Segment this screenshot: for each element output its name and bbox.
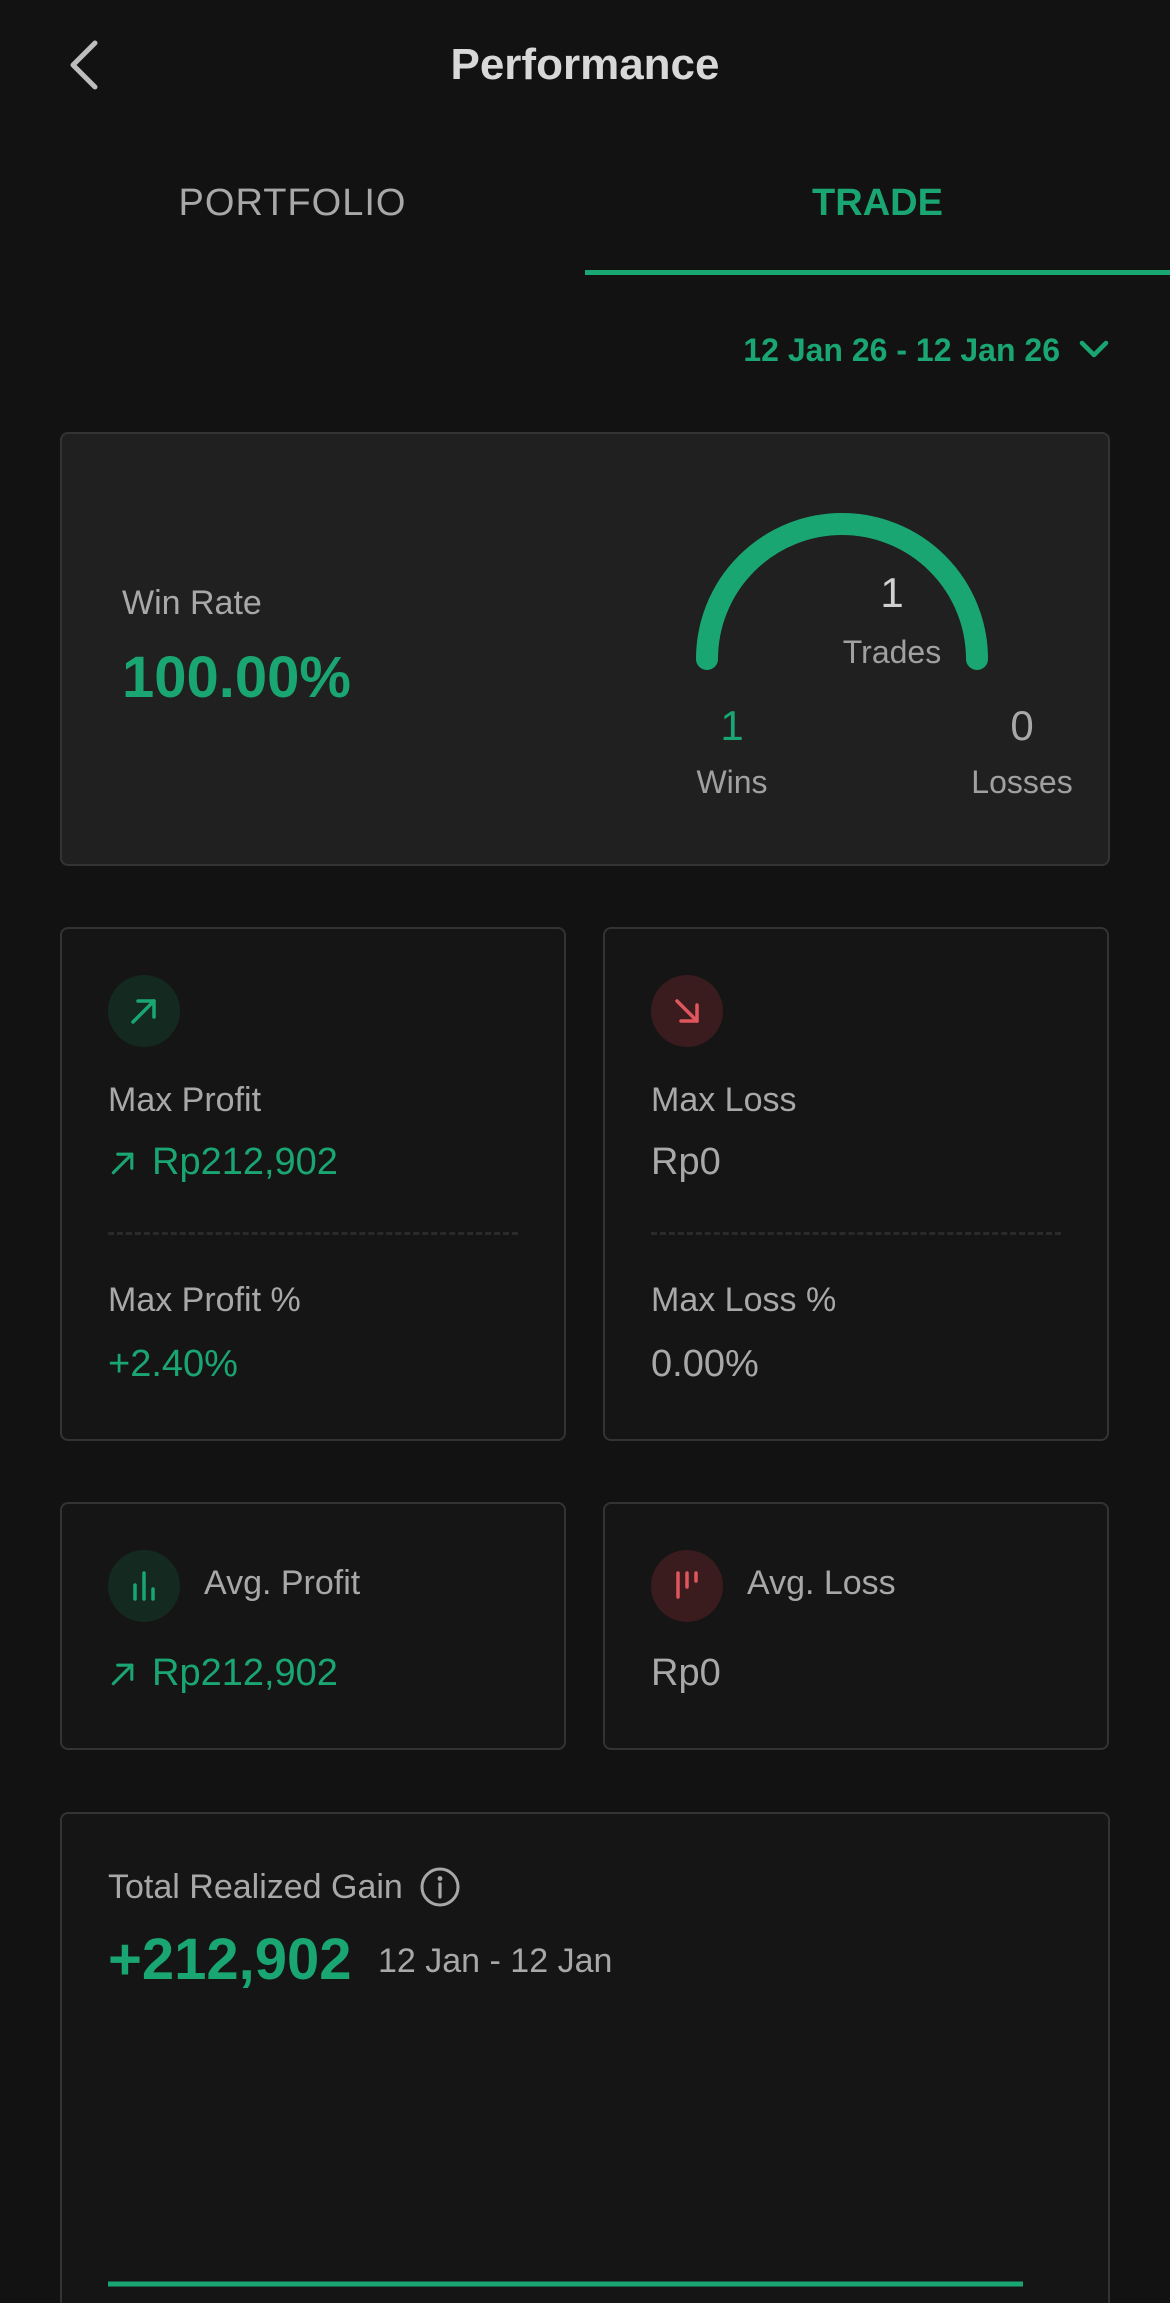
date-range-label: 12 Jan 26 - 12 Jan 26 (743, 331, 1060, 368)
win-rate-card: Win Rate 100.00% 1 Trades 1 Wins 0 Losse… (60, 432, 1110, 866)
max-loss-label: Max Loss (651, 1081, 797, 1119)
win-rate-value: 100.00% (122, 645, 351, 710)
total-gain-value: +212,902 (108, 1927, 352, 1992)
trades-count: 1 (880, 569, 904, 616)
page-title: Performance (450, 40, 720, 89)
total-gain-label: Total Realized Gain (108, 1867, 403, 1906)
max-profit-label: Max Profit (108, 1081, 262, 1119)
max-loss-card: Max Loss Rp0 Max Loss % 0.00% (603, 927, 1109, 1441)
chevron-down-icon (1079, 340, 1109, 358)
avg-loss-value-row: Rp0 (651, 1652, 721, 1695)
avg-profit-card: Avg. Profit Rp212,902 (60, 1502, 566, 1750)
total-gain-header: Total Realized Gain (108, 1866, 461, 1908)
date-range-selector[interactable]: 12 Jan 26 - 12 Jan 26 (743, 320, 1110, 380)
avg-loss-card: Avg. Loss Rp0 (603, 1502, 1109, 1750)
total-realized-gain-card: Total Realized Gain +212,902 12 Jan - 12… (60, 1812, 1110, 2303)
avg-loss-label: Avg. Loss (747, 1564, 896, 1602)
max-loss-value: Rp0 (651, 1141, 721, 1184)
arrow-down-right-icon (651, 975, 723, 1047)
max-loss-pct-value: 0.00% (651, 1343, 759, 1386)
tab-portfolio[interactable]: PORTFOLIO (0, 170, 585, 275)
max-profit-pct-text: +2.40% (108, 1343, 238, 1385)
max-loss-pct-text: 0.00% (651, 1343, 759, 1385)
info-icon[interactable] (419, 1866, 461, 1908)
divider (108, 1232, 518, 1235)
max-profit-value-row: Rp212,902 (108, 1141, 338, 1184)
total-gain-period: 12 Jan - 12 Jan (378, 1942, 613, 1980)
realized-gain-chart (108, 2281, 1023, 2287)
max-profit-pct-value: +2.40% (108, 1343, 238, 1386)
arrow-up-right-icon (111, 1152, 134, 1174)
avg-profit-label: Avg. Profit (204, 1564, 361, 1602)
avg-profit-value: Rp212,902 (152, 1652, 338, 1694)
max-loss-value-text: Rp0 (651, 1141, 721, 1183)
losses-count: 0 (1010, 702, 1034, 749)
max-profit-pct-label: Max Profit % (108, 1281, 301, 1319)
arrow-up-right-icon (108, 975, 180, 1047)
bar-chart-icon (108, 1550, 180, 1622)
max-profit-card: Max Profit Rp212,902 Max Profit % +2.40% (60, 927, 566, 1441)
win-rate-label: Win Rate (122, 584, 262, 622)
tab-trade[interactable]: TRADE (585, 170, 1170, 275)
trades-label: Trades (842, 634, 942, 670)
wins-count: 1 (720, 702, 744, 749)
tab-bar: PORTFOLIO TRADE (0, 170, 1170, 275)
avg-profit-value-row: Rp212,902 (108, 1652, 338, 1695)
app-header: Performance (0, 0, 1170, 135)
avg-loss-value: Rp0 (651, 1652, 721, 1694)
bar-chart-down-icon (651, 1550, 723, 1622)
max-loss-pct-label: Max Loss % (651, 1281, 837, 1319)
arrow-up-right-icon (111, 1663, 134, 1685)
wins-label: Wins (696, 764, 768, 800)
divider (651, 1232, 1061, 1235)
losses-label: Losses (971, 764, 1073, 800)
max-profit-value: Rp212,902 (152, 1141, 338, 1183)
